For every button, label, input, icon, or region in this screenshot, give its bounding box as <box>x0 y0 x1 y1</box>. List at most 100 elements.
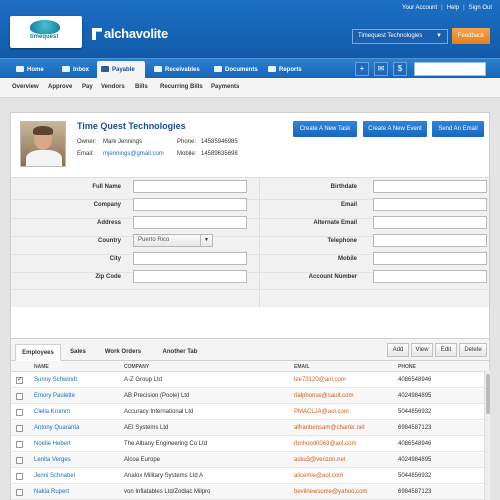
mail-button[interactable]: ✉ <box>374 62 388 76</box>
table-scrollbar[interactable] <box>484 370 490 500</box>
nav-item-reports[interactable]: Reports <box>264 61 310 79</box>
employee-name-link[interactable]: Lenita Verges <box>34 457 71 463</box>
employee-email-link[interactable]: asku3@verizon.net <box>294 457 345 463</box>
email-link[interactable]: mjennings@gmail.com <box>103 151 164 157</box>
employee-email-link[interactable]: rlalphonse@sault.com <box>294 393 353 399</box>
full-name-field[interactable] <box>133 180 247 193</box>
scroll-thumb[interactable] <box>486 374 490 414</box>
alternate-email-field[interactable] <box>373 216 487 229</box>
create-event-button[interactable]: Create A New Event <box>363 121 427 137</box>
nav-item-home[interactable]: Home <box>12 61 48 79</box>
row-checkbox[interactable] <box>16 489 23 496</box>
phone-column-header[interactable]: PHONE <box>398 364 416 370</box>
employee-phone: 5044856932 <box>398 409 432 415</box>
address-field[interactable] <box>133 216 247 229</box>
employee-name-link[interactable]: Noelle Hebert <box>34 441 71 447</box>
add-button[interactable]: Add <box>387 343 409 357</box>
company-name[interactable]: Time Quest Technologies <box>77 121 186 131</box>
telephone-field[interactable] <box>373 234 487 247</box>
employee-email-link[interactable]: bevilnewsome@yahoo.com <box>294 489 367 495</box>
subnav-bills[interactable]: Bills <box>135 84 148 90</box>
subnav-vendors[interactable]: Vendors <box>101 84 125 90</box>
nav-item-inbox[interactable]: Inbox <box>58 61 94 79</box>
table-row[interactable]: Jenni Schnabel Analox Military Systems Lt… <box>11 469 489 484</box>
avatar <box>20 121 66 167</box>
table-row[interactable]: Clelia Krumm Accuracy International Ltd PM… <box>11 405 489 420</box>
company-select[interactable]: Timequest Technologies ▼ <box>352 29 448 44</box>
table-row[interactable]: Noelle Hebert The Albany Engineering Co L… <box>11 437 489 452</box>
row-checkbox[interactable] <box>16 457 23 464</box>
zip-code-label: Zip Code <box>95 274 121 280</box>
row-checkbox[interactable] <box>16 425 23 432</box>
subnav-approve[interactable]: Approve <box>48 84 72 90</box>
tab-employees[interactable]: Employees <box>15 344 61 361</box>
city-field[interactable] <box>133 252 247 265</box>
employee-name-link[interactable]: Emory Paulette <box>34 393 75 399</box>
company-column-header[interactable]: COMPANY <box>124 364 149 370</box>
zip-code-field[interactable] <box>133 270 247 283</box>
table-row[interactable]: Emory Paulette AB Precision (Poole) Ltd rl… <box>11 389 489 404</box>
brand-logo[interactable]: alchavolite <box>92 26 168 41</box>
table-row[interactable]: Antony Quaranta AEI Systems Ltd alfranbens… <box>11 421 489 436</box>
name-column-header[interactable]: NAME <box>34 364 49 370</box>
tab-another-tab[interactable]: Another Tab <box>155 344 205 361</box>
full-name-label: Full Name <box>92 184 121 190</box>
table-row[interactable]: Lenita Verges Alcoa Europe asku3@verizon.n… <box>11 453 489 468</box>
employee-email-link[interactable]: alicemie@aol.com <box>294 473 343 479</box>
email-label: Email <box>340 202 357 208</box>
employee-phone: 6984587123 <box>398 489 432 495</box>
employee-name-link[interactable]: Jenni Schnabel <box>34 473 75 479</box>
sign-out-link[interactable]: Sign Out <box>469 5 492 11</box>
birthdate-field[interactable] <box>373 180 487 193</box>
account-number-label: Account Number <box>308 274 357 280</box>
send-email-button[interactable]: Send An Email <box>432 121 484 137</box>
employee-name-link[interactable]: Sunny Schwindt <box>34 377 77 383</box>
nav-item-label: Reports <box>279 67 302 73</box>
employee-email-link[interactable]: lee73120@aol.com <box>294 377 346 383</box>
delete-button[interactable]: Delete <box>459 343 487 357</box>
search-input[interactable] <box>414 62 486 76</box>
nav-item-payable[interactable]: Payable <box>97 61 145 79</box>
create-task-button[interactable]: Create A New Task <box>293 121 357 137</box>
nav-item-label: Payable <box>112 67 135 73</box>
help-link[interactable]: Help <box>447 5 459 11</box>
subnav-overview[interactable]: Overview <box>12 84 39 90</box>
table-row[interactable]: ✓ Sunny Schwindt A-Z Group Ltd lee73120@aol… <box>11 373 489 388</box>
nav-item-receivables[interactable]: Receivables <box>150 61 206 79</box>
employee-email-link[interactable]: alfranbensam@charter.net <box>294 425 365 431</box>
view-button[interactable]: View <box>411 343 433 357</box>
mobile-label: Mobile: <box>177 151 197 157</box>
contact-form: Full Name Company Address Country Puerto… <box>11 177 489 308</box>
subnav-pay[interactable]: Pay <box>82 84 93 90</box>
company-field[interactable] <box>133 198 247 211</box>
employee-name-link[interactable]: Antony Quaranta <box>34 425 79 431</box>
employee-name-link[interactable]: Nakia Rupert <box>34 489 69 495</box>
email-column-header[interactable]: EMAIL <box>294 364 310 370</box>
row-checkbox[interactable] <box>16 393 23 400</box>
country-select[interactable]: Puerto Rico ▼ <box>133 234 213 247</box>
employee-email-link[interactable]: rbnhood0063@aol.com <box>294 441 356 447</box>
mobile-field[interactable] <box>373 252 487 265</box>
row-checkbox[interactable] <box>16 473 23 480</box>
row-checkbox[interactable] <box>16 409 23 416</box>
nav-item-documents[interactable]: Documents <box>210 61 262 79</box>
tab-sales[interactable]: Sales <box>63 344 93 361</box>
row-checkbox[interactable]: ✓ <box>16 377 23 384</box>
brand-name: alchavolite <box>104 26 168 41</box>
employee-name-link[interactable]: Clelia Krumm <box>34 409 70 415</box>
account-number-field[interactable] <box>373 270 487 283</box>
row-checkbox[interactable] <box>16 441 23 448</box>
employee-email-link[interactable]: PMACLJA@aol.com <box>294 409 349 415</box>
email-field[interactable] <box>373 198 487 211</box>
edit-button[interactable]: Edit <box>435 343 457 357</box>
subnav-payments[interactable]: Payments <box>211 84 239 90</box>
feedback-button[interactable]: Feedback <box>452 28 490 44</box>
dollar-button[interactable]: $ <box>393 62 407 76</box>
add-button[interactable]: + <box>355 62 369 76</box>
your-account-link[interactable]: Your Account <box>402 5 437 11</box>
table-row[interactable]: Nakia Rupert von Inflatables Ltd/Zodiac M… <box>11 485 489 500</box>
employee-company: Alcoa Europe <box>124 457 161 463</box>
tab-work-orders[interactable]: Work Orders <box>99 344 147 361</box>
subnav-recurring-bills[interactable]: Recurring Bills <box>160 84 203 90</box>
birthdate-label: Birthdate <box>330 184 357 190</box>
